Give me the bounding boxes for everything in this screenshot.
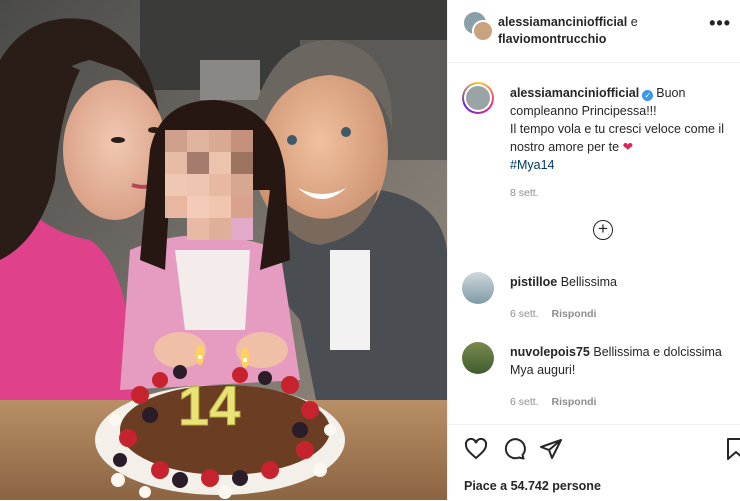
coauthor-username[interactable]: flaviomontrucchio xyxy=(498,32,606,46)
author-connector: e xyxy=(630,15,638,29)
post-photo[interactable]: 14 xyxy=(0,0,447,500)
comment-username[interactable]: pistilloe xyxy=(510,275,557,289)
comment-item: nuvolepois75 Bellissima e dolcissima Mya… xyxy=(510,343,730,411)
verified-badge-icon: ✓ xyxy=(642,90,654,101)
post-authors: alessiamanciniofficial e flaviomontrucch… xyxy=(498,14,638,48)
comment-username[interactable]: nuvolepois75 xyxy=(510,345,590,359)
comment-text: Bellissima xyxy=(560,275,617,289)
post-actions-bar: Piace a 54.742 persone xyxy=(448,424,740,501)
comment-item: pistilloe Bellissima 6 sett. Rispondi xyxy=(510,273,730,323)
plus-circle-icon[interactable]: + xyxy=(593,220,613,240)
likes-count[interactable]: Piace a 54.742 persone xyxy=(464,479,601,493)
author-username[interactable]: alessiamanciniofficial xyxy=(498,15,627,29)
heart-icon[interactable] xyxy=(464,437,488,466)
reply-button[interactable]: Rispondi xyxy=(552,308,597,320)
post-details-panel: alessiamanciniofficial e flaviomontrucch… xyxy=(447,0,740,500)
bookmark-icon[interactable] xyxy=(724,437,740,466)
caption-username[interactable]: alessiamanciniofficial xyxy=(510,86,639,100)
share-icon[interactable] xyxy=(539,437,563,466)
avatar[interactable] xyxy=(462,342,494,374)
caption-line-2: Il tempo vola e tu cresci veloce come il… xyxy=(510,122,724,154)
reply-button[interactable]: Rispondi xyxy=(552,396,597,408)
avatar[interactable] xyxy=(462,82,494,114)
comment-timestamp[interactable]: 6 sett. xyxy=(510,396,539,408)
heart-emoji-icon: ❤ xyxy=(622,140,634,154)
avatar[interactable] xyxy=(462,272,494,304)
hashtag-link[interactable]: #Mya14 xyxy=(510,158,554,172)
comment-icon[interactable] xyxy=(502,437,526,466)
comment-timestamp[interactable]: 6 sett. xyxy=(510,308,539,320)
candle-number: 14 xyxy=(178,374,240,437)
avatar[interactable] xyxy=(472,20,494,42)
post-header: alessiamanciniofficial e flaviomontrucch… xyxy=(448,0,740,63)
more-horizontal-icon[interactable]: ••• xyxy=(709,13,731,34)
caption-timestamp[interactable]: 8 sett. xyxy=(510,184,730,202)
post-caption: alessiamanciniofficial ✓ Buon compleanno P… xyxy=(510,84,730,202)
